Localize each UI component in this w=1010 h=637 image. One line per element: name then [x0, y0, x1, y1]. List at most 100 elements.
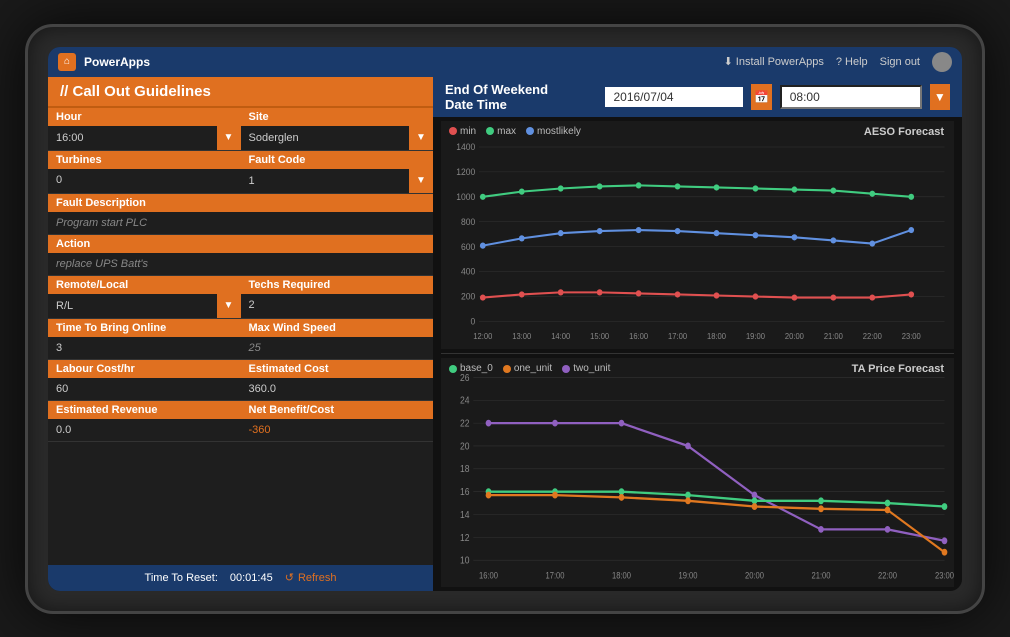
aeso-chart-title: AESO Forecast	[864, 126, 944, 138]
est-revenue-label: Estimated Revenue	[48, 401, 241, 419]
max-wind-col: Max Wind Speed 25	[241, 319, 434, 359]
svg-text:10: 10	[460, 555, 469, 567]
net-benefit-col: Net Benefit/Cost -360	[241, 401, 434, 441]
page-title: // Call Out Guidelines	[48, 77, 433, 108]
turbines-col: Turbines 0	[48, 151, 241, 193]
svg-text:22:00: 22:00	[878, 570, 897, 581]
labour-col: Labour Cost/hr 60	[48, 360, 241, 400]
turbines-fault-row: Turbines 0 Fault Code 1 ▼	[48, 151, 433, 194]
remote-col: Remote/Local R/L ▼	[48, 276, 241, 318]
svg-text:200: 200	[461, 291, 475, 301]
svg-text:16: 16	[460, 486, 469, 498]
fault-code-label: Fault Code	[241, 151, 434, 169]
max-wind-label: Max Wind Speed	[241, 319, 434, 337]
turbines-value[interactable]: 0	[48, 169, 241, 191]
remote-techs-row: Remote/Local R/L ▼ Techs Required 2	[48, 276, 433, 319]
help-button[interactable]: ? Help	[836, 56, 868, 68]
svg-text:24: 24	[460, 395, 469, 407]
time-online-label: Time To Bring Online	[48, 319, 241, 337]
calendar-icon[interactable]: 📅	[751, 84, 771, 110]
svg-text:22: 22	[460, 418, 469, 430]
aeso-chart: min max mostlikely AESO Forecast	[441, 121, 954, 350]
est-cost-label: Estimated Cost	[241, 360, 434, 378]
svg-text:14:00: 14:00	[551, 331, 571, 340]
svg-text:13:00: 13:00	[512, 331, 532, 340]
hour-dropdown[interactable]: ▼	[217, 126, 241, 150]
est-cost-col: Estimated Cost 360.0	[241, 360, 434, 400]
refresh-button[interactable]: ↺ Refresh	[285, 571, 337, 584]
svg-text:16:00: 16:00	[479, 570, 498, 581]
datetime-bar: End Of Weekend Date Time 📅 ▼	[433, 77, 962, 117]
svg-text:22:00: 22:00	[863, 331, 883, 340]
charts-area: min max mostlikely AESO Forecast	[433, 117, 962, 591]
svg-text:23:00: 23:00	[902, 331, 922, 340]
time-online-value[interactable]: 3	[48, 337, 241, 359]
screen: ⌂ PowerApps ⬇ Install PowerApps ? Help S…	[48, 47, 962, 591]
site-value[interactable]: Soderglen	[241, 126, 410, 150]
svg-text:17:00: 17:00	[668, 331, 688, 340]
turbines-label: Turbines	[48, 151, 241, 169]
fault-code-value[interactable]: 1	[241, 169, 410, 193]
svg-text:20:00: 20:00	[745, 570, 764, 581]
remote-dropdown[interactable]: ▼	[217, 294, 241, 318]
time-dropdown[interactable]: ▼	[930, 84, 950, 110]
svg-text:15:00: 15:00	[590, 331, 610, 340]
svg-text:21:00: 21:00	[812, 570, 831, 581]
labour-label: Labour Cost/hr	[48, 360, 241, 378]
hour-col: Hour 16:00 ▼	[48, 108, 241, 150]
labour-value[interactable]: 60	[48, 378, 241, 400]
hour-field: 16:00 ▼	[48, 126, 241, 150]
hour-site-row: Hour 16:00 ▼ Site Soderglen ▼	[48, 108, 433, 151]
action-label: Action	[48, 235, 433, 253]
est-cost-value[interactable]: 360.0	[241, 378, 434, 400]
fault-code-col: Fault Code 1 ▼	[241, 151, 434, 193]
techs-label: Techs Required	[241, 276, 434, 294]
nav-bar: ⌂ PowerApps ⬇ Install PowerApps ? Help S…	[48, 47, 962, 77]
revenue-net-row: Estimated Revenue 0.0 Net Benefit/Cost -…	[48, 401, 433, 442]
main-content: // Call Out Guidelines Hour 16:00 ▼ Sit	[48, 77, 962, 591]
est-revenue-value[interactable]: 0.0	[48, 419, 241, 441]
home-icon[interactable]: ⌂	[58, 53, 76, 71]
svg-text:19:00: 19:00	[746, 331, 766, 340]
fault-code-dropdown[interactable]: ▼	[409, 169, 433, 193]
svg-text:14: 14	[460, 509, 469, 521]
techs-value[interactable]: 2	[241, 294, 434, 316]
right-panel: End Of Weekend Date Time 📅 ▼ min	[433, 77, 962, 591]
site-col: Site Soderglen ▼	[241, 108, 434, 150]
svg-text:400: 400	[461, 266, 475, 276]
ta-price-chart: base_0 one_unit two_unit TA Price	[441, 358, 954, 587]
left-panel: // Call Out Guidelines Hour 16:00 ▼ Sit	[48, 77, 433, 591]
action-value[interactable]: replace UPS Batt's	[48, 253, 433, 275]
date-input[interactable]	[605, 87, 743, 107]
install-button[interactable]: ⬇ Install PowerApps	[724, 55, 824, 68]
max-wind-value[interactable]: 25	[241, 337, 434, 359]
svg-text:1000: 1000	[456, 191, 475, 201]
net-benefit-value[interactable]: -360	[241, 419, 434, 441]
svg-text:16:00: 16:00	[629, 331, 649, 340]
time-input[interactable]	[780, 85, 922, 109]
signout-button[interactable]: Sign out	[880, 56, 920, 68]
aeso-legend: min max mostlikely	[449, 126, 581, 137]
svg-text:1200: 1200	[456, 166, 475, 176]
hour-value[interactable]: 16:00	[48, 126, 217, 150]
time-reset-value: 00:01:45	[230, 572, 273, 584]
chart-divider	[441, 353, 954, 354]
svg-text:17:00: 17:00	[546, 570, 565, 581]
svg-text:20: 20	[460, 441, 469, 453]
labour-cost-row: Labour Cost/hr 60 Estimated Cost 360.0	[48, 360, 433, 401]
svg-text:0: 0	[470, 316, 475, 326]
device-frame: ⌂ PowerApps ⬇ Install PowerApps ? Help S…	[25, 24, 985, 614]
site-dropdown[interactable]: ▼	[409, 126, 433, 150]
fault-desc-row: Fault Description Program start PLC	[48, 194, 433, 235]
site-field: Soderglen ▼	[241, 126, 434, 150]
time-online-col: Time To Bring Online 3	[48, 319, 241, 359]
remote-field: R/L ▼	[48, 294, 241, 318]
svg-text:20:00: 20:00	[785, 331, 805, 340]
svg-text:800: 800	[461, 216, 475, 226]
legend-mostlikely: mostlikely	[526, 126, 581, 137]
legend-max: max	[486, 126, 516, 137]
fault-desc-value[interactable]: Program start PLC	[48, 212, 433, 234]
remote-value[interactable]: R/L	[48, 294, 217, 318]
svg-text:21:00: 21:00	[824, 331, 844, 340]
download-icon: ⬇	[724, 55, 733, 68]
